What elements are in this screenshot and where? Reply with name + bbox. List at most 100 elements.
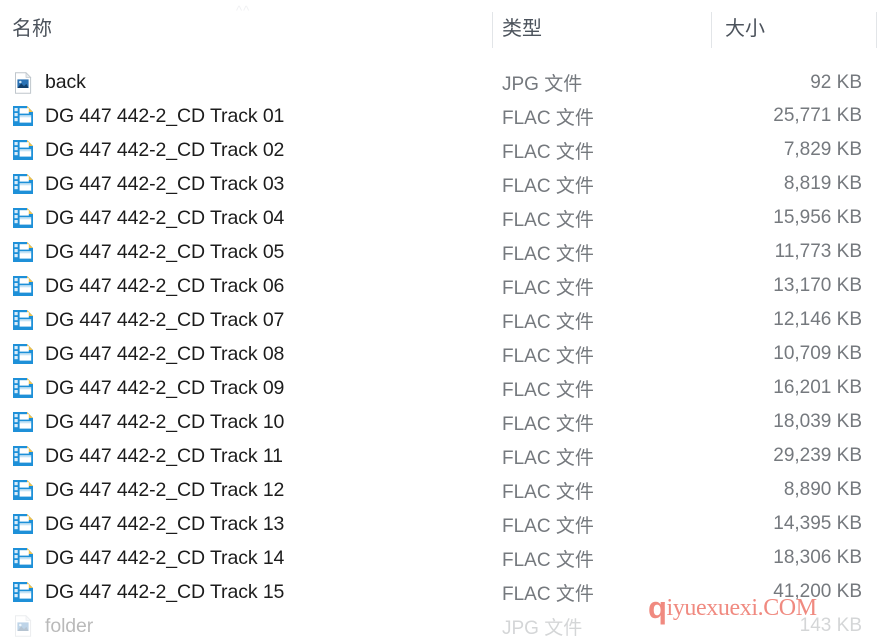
file-size-cell: 92 KB — [810, 71, 862, 93]
file-type-cell: FLAC 文件 — [502, 447, 594, 469]
file-type-cell: FLAC 文件 — [502, 141, 594, 163]
file-row[interactable]: DG 447 442-2_CD Track 02 FLAC 文件 7,829 KB — [0, 133, 885, 167]
file-name-label: DG 447 442-2_CD Track 11 — [45, 444, 283, 467]
file-name-cell[interactable]: folder — [12, 609, 93, 643]
file-type-cell: FLAC 文件 — [502, 515, 594, 537]
file-name-cell[interactable]: DG 447 442-2_CD Track 13 — [12, 507, 284, 541]
file-row[interactable]: DG 447 442-2_CD Track 06 FLAC 文件 13,170 KB — [0, 269, 885, 303]
file-row[interactable]: DG 447 442-2_CD Track 03 FLAC 文件 8,819 KB — [0, 167, 885, 201]
file-row[interactable]: DG 447 442-2_CD Track 01 FLAC 文件 25,771 KB — [0, 99, 885, 133]
file-size-cell: 25,771 KB — [773, 105, 862, 126]
file-name-cell[interactable]: DG 447 442-2_CD Track 11 — [12, 439, 283, 473]
flac-file-icon — [12, 377, 34, 399]
file-size-cell: 18,306 KB — [773, 547, 862, 568]
file-name-cell[interactable]: DG 447 442-2_CD Track 09 — [12, 371, 284, 405]
file-size-cell: 41,200 KB — [773, 581, 862, 602]
file-name-cell[interactable]: back — [12, 66, 86, 99]
file-row[interactable]: DG 447 442-2_CD Track 09 FLAC 文件 16,201 KB — [0, 371, 885, 405]
file-name-label: DG 447 442-2_CD Track 12 — [45, 478, 285, 501]
file-type-cell: FLAC 文件 — [502, 243, 594, 265]
file-name-label: folder — [45, 614, 94, 637]
file-size-cell: 14,395 KB — [773, 513, 862, 534]
column-header-type[interactable]: 类型 — [502, 0, 702, 58]
file-name-label: DG 447 442-2_CD Track 02 — [45, 138, 285, 161]
jpg-file-icon — [12, 71, 34, 94]
flac-file-icon — [12, 139, 34, 161]
file-row[interactable]: DG 447 442-2_CD Track 15 FLAC 文件 41,200 KB — [0, 575, 885, 609]
file-row[interactable]: back JPG 文件 92 KB — [0, 66, 885, 99]
flac-file-icon — [12, 411, 34, 433]
flac-file-icon — [12, 513, 34, 535]
file-type-cell: FLAC 文件 — [502, 413, 594, 435]
file-type-cell: FLAC 文件 — [502, 345, 594, 367]
file-name-cell[interactable]: DG 447 442-2_CD Track 06 — [12, 269, 284, 303]
file-row[interactable]: DG 447 442-2_CD Track 14 FLAC 文件 18,306 KB — [0, 541, 885, 575]
file-name-cell[interactable]: DG 447 442-2_CD Track 08 — [12, 337, 284, 371]
file-name-cell[interactable]: DG 447 442-2_CD Track 01 — [12, 99, 284, 133]
file-row[interactable]: DG 447 442-2_CD Track 08 FLAC 文件 10,709 KB — [0, 337, 885, 371]
file-name-cell[interactable]: DG 447 442-2_CD Track 15 — [12, 575, 284, 609]
column-header-row: 名称 ^^ 类型 大小 — [0, 0, 885, 58]
file-type-cell: FLAC 文件 — [502, 209, 594, 231]
file-row[interactable]: DG 447 442-2_CD Track 12 FLAC 文件 8,890 KB — [0, 473, 885, 507]
file-name-label: DG 447 442-2_CD Track 10 — [45, 410, 285, 433]
flac-file-icon — [12, 445, 34, 467]
file-list: back JPG 文件 92 KB DG 447 442-2_CD Track 01 F… — [0, 66, 885, 639]
flac-file-icon — [12, 309, 34, 331]
flac-file-icon — [12, 547, 34, 569]
file-name-cell[interactable]: DG 447 442-2_CD Track 10 — [12, 405, 284, 439]
flac-file-icon — [12, 207, 34, 229]
file-type-cell: FLAC 文件 — [502, 379, 594, 401]
flac-file-icon — [12, 581, 34, 603]
column-divider-name-type[interactable] — [492, 12, 493, 48]
file-name-cell[interactable]: DG 447 442-2_CD Track 05 — [12, 235, 284, 269]
file-name-label: DG 447 442-2_CD Track 07 — [45, 308, 285, 331]
flac-file-icon — [12, 241, 34, 263]
file-type-cell: FLAC 文件 — [502, 107, 594, 129]
file-row[interactable]: DG 447 442-2_CD Track 11 FLAC 文件 29,239 KB — [0, 439, 885, 473]
file-size-cell: 18,039 KB — [773, 411, 862, 432]
file-name-label: DG 447 442-2_CD Track 14 — [45, 546, 285, 569]
file-row[interactable]: DG 447 442-2_CD Track 05 FLAC 文件 11,773 KB — [0, 235, 885, 269]
file-name-label: DG 447 442-2_CD Track 05 — [45, 240, 285, 263]
file-type-cell: FLAC 文件 — [502, 481, 594, 503]
file-name-cell[interactable]: DG 447 442-2_CD Track 12 — [12, 473, 284, 507]
file-type-cell: FLAC 文件 — [502, 277, 594, 299]
file-name-label: DG 447 442-2_CD Track 06 — [45, 274, 285, 297]
column-divider-type-size[interactable] — [711, 12, 712, 48]
flac-file-icon — [12, 173, 34, 195]
file-type-cell: FLAC 文件 — [502, 583, 594, 605]
file-size-cell: 8,819 KB — [783, 173, 862, 194]
file-name-cell[interactable]: DG 447 442-2_CD Track 02 — [12, 133, 284, 167]
column-divider-size-end[interactable] — [876, 12, 877, 48]
list-left-edge — [0, 66, 2, 636]
file-size-cell: 8,890 KB — [783, 479, 862, 500]
file-name-label: DG 447 442-2_CD Track 03 — [45, 172, 285, 195]
file-row[interactable]: folder JPG 文件 143 KB — [0, 609, 885, 643]
file-name-label: DG 447 442-2_CD Track 15 — [45, 580, 285, 603]
file-size-cell: 7,829 KB — [783, 139, 862, 160]
file-name-label: back — [45, 71, 86, 93]
column-header-size[interactable]: 大小 — [725, 0, 870, 58]
file-name-cell[interactable]: DG 447 442-2_CD Track 03 — [12, 167, 284, 201]
file-size-cell: 16,201 KB — [773, 377, 862, 398]
file-name-label: DG 447 442-2_CD Track 09 — [45, 376, 285, 399]
file-size-cell: 12,146 KB — [773, 309, 862, 330]
sort-indicator-icon[interactable]: ^^ — [236, 5, 258, 17]
file-row[interactable]: DG 447 442-2_CD Track 10 FLAC 文件 18,039 KB — [0, 405, 885, 439]
file-size-cell: 143 KB — [799, 615, 862, 636]
file-name-cell[interactable]: DG 447 442-2_CD Track 04 — [12, 201, 284, 235]
file-name-cell[interactable]: DG 447 442-2_CD Track 14 — [12, 541, 284, 575]
file-size-cell: 11,773 KB — [774, 241, 862, 262]
file-type-cell: FLAC 文件 — [502, 175, 594, 197]
jpg-file-icon — [12, 615, 34, 637]
file-row[interactable]: DG 447 442-2_CD Track 13 FLAC 文件 14,395 KB — [0, 507, 885, 541]
file-row[interactable]: DG 447 442-2_CD Track 04 FLAC 文件 15,956 KB — [0, 201, 885, 235]
file-row[interactable]: DG 447 442-2_CD Track 07 FLAC 文件 12,146 KB — [0, 303, 885, 337]
file-name-cell[interactable]: DG 447 442-2_CD Track 07 — [12, 303, 284, 337]
file-size-cell: 15,956 KB — [773, 207, 862, 228]
flac-file-icon — [12, 343, 34, 365]
file-size-cell: 10,709 KB — [773, 343, 862, 364]
flac-file-icon — [12, 105, 34, 127]
file-type-cell: JPG 文件 — [502, 617, 583, 639]
